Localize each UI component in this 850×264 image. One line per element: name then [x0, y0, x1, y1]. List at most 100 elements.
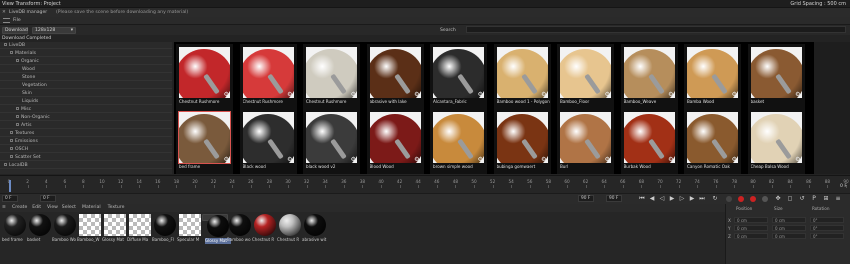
material-tile[interactable]: ⚙ Cheap Balsa Wood [747, 109, 805, 174]
move-key-icon[interactable]: ✥ [774, 195, 782, 202]
material-tile[interactable]: ⚙ Burl [557, 109, 614, 174]
go-end-icon[interactable]: ⏭ [698, 195, 706, 202]
loop-icon[interactable]: ↻ [711, 195, 719, 202]
material-tile[interactable]: ⚙ Blood Wood [366, 109, 424, 174]
gear-icon[interactable]: ⚙ [605, 156, 610, 163]
param-key-icon[interactable]: P [810, 195, 818, 202]
material-tile[interactable]: ⚙ Chestnut Rushmore [303, 44, 360, 109]
gear-icon[interactable]: ⚙ [668, 91, 673, 98]
material-menu-item[interactable]: Select [62, 205, 76, 210]
gear-icon[interactable]: ⚙ [795, 91, 800, 98]
menu-file[interactable]: File [13, 18, 21, 23]
material-slot[interactable]: Bamboo_Fl [152, 214, 178, 242]
material-tile[interactable]: ⚙ Bamboo_Weave [620, 44, 678, 109]
material-menu-item[interactable]: Create [12, 205, 27, 210]
material-tile[interactable]: ⚙ Bamboo_Floor [557, 44, 614, 109]
material-tile[interactable]: ⚙ bubinga gomwaert [493, 109, 551, 174]
material-tile[interactable]: ⚙ Canyon Romatic Oak [684, 109, 741, 174]
gear-icon[interactable]: ⚙ [287, 91, 292, 98]
coord-field[interactable]: 0° [810, 233, 844, 239]
play-icon[interactable]: ▶ [668, 195, 676, 202]
tree-item[interactable]: Wood [0, 66, 172, 73]
next-key-icon[interactable]: ▶ [688, 195, 696, 202]
end-frame-field[interactable]: 90 F [606, 195, 622, 202]
tree-item[interactable]: Stone [0, 74, 172, 81]
timeline[interactable]: 0246810121416182022242628303234363840424… [0, 175, 850, 193]
material-tile[interactable]: ⚙ brown simple wood [430, 109, 487, 174]
gear-icon[interactable]: ⚙ [732, 156, 737, 163]
coord-field[interactable]: 0 cm [772, 233, 806, 239]
tree-item[interactable]: LiveDB [0, 42, 172, 49]
coord-field[interactable]: 0° [810, 217, 844, 223]
tree-item[interactable]: Organic [0, 58, 172, 65]
tree-item[interactable]: LocalDB [0, 162, 172, 169]
tree-item[interactable]: Misc [0, 106, 172, 113]
material-slot[interactable]: Bamboo_W [77, 214, 103, 242]
material-slot[interactable]: Chestnut R [277, 214, 303, 242]
keyframe-icon[interactable] [726, 196, 732, 202]
scale-key-icon[interactable]: ◻ [786, 195, 794, 202]
material-slot[interactable]: Specular M [177, 214, 203, 242]
tree-item[interactable]: Liquids [0, 98, 172, 105]
go-start-icon[interactable]: ⏮ [638, 195, 646, 202]
material-tile[interactable]: ⚙ abrasive with lake [366, 44, 424, 109]
step-back-icon[interactable]: ◁ [658, 195, 666, 202]
tree-item[interactable]: Textures [0, 130, 172, 137]
prev-key-icon[interactable]: ◀ [648, 195, 656, 202]
tree-item[interactable]: Materials [0, 50, 172, 57]
tree-item[interactable]: Artis [0, 122, 172, 129]
coord-field[interactable]: 0° [810, 225, 844, 231]
tree-item[interactable]: Non-Organic [0, 114, 172, 121]
coord-field[interactable]: 0 cm [734, 233, 768, 239]
close-icon[interactable]: ✕ [2, 10, 6, 15]
start-frame-field[interactable]: 0 F [2, 195, 18, 202]
gear-icon[interactable]: ⚙ [668, 156, 673, 163]
material-slot[interactable]: Chestnut R [252, 214, 278, 242]
coord-field[interactable]: 0 cm [772, 217, 806, 223]
gear-icon[interactable]: ⚙ [478, 91, 483, 98]
material-menu-item[interactable]: Texture [108, 205, 125, 210]
preview-start-field[interactable]: 0 F [40, 195, 56, 202]
hamburger-icon[interactable]: ≡ [2, 205, 6, 210]
material-tile[interactable]: ⚙ Chestnut Rushmore [239, 44, 297, 109]
material-tile[interactable]: ⚙ black wood v2 [303, 109, 360, 174]
gear-icon[interactable]: ⚙ [605, 91, 610, 98]
material-slot[interactable]: Bamboo wo [227, 214, 253, 242]
material-slot[interactable]: abrasive wit [302, 214, 328, 242]
gear-icon[interactable]: ⚙ [351, 156, 356, 163]
material-tile[interactable]: ⚙ Bamba Wood [684, 44, 741, 109]
material-menu-item[interactable]: Edit [32, 205, 41, 210]
material-slot[interactable]: Glossy Mat [202, 214, 231, 244]
material-menu-item[interactable]: View [47, 205, 58, 210]
material-tile[interactable]: ⚙ Alcantara_Fabric [430, 44, 487, 109]
search-input[interactable] [466, 26, 846, 33]
material-slot[interactable]: Bamboo Wo [52, 214, 78, 242]
material-tile[interactable]: ⚙ Burbak Wood [620, 109, 678, 174]
gear-icon[interactable]: ⚙ [541, 156, 546, 163]
tree-item[interactable]: Emissions [0, 138, 172, 145]
menu-icon[interactable]: ≡ [834, 195, 842, 202]
tree-item[interactable]: Vegetation [0, 82, 172, 89]
gear-icon[interactable]: ⚙ [224, 91, 229, 98]
gear-icon[interactable]: ⚙ [287, 156, 292, 163]
grid-scroll-area[interactable] [814, 42, 850, 174]
step-forward-icon[interactable]: ▷ [678, 195, 686, 202]
record-icon[interactable] [738, 196, 744, 202]
autokey-icon[interactable] [750, 196, 756, 202]
rotate-key-icon[interactable]: ↺ [798, 195, 806, 202]
gear-icon[interactable]: ⚙ [414, 156, 419, 163]
gear-icon[interactable]: ⚙ [795, 156, 800, 163]
material-slot[interactable]: basket [27, 214, 53, 242]
tree-item[interactable]: Skin [0, 90, 172, 97]
gear-icon[interactable]: ⚙ [224, 156, 229, 163]
hamburger-icon[interactable] [3, 18, 10, 23]
gear-icon[interactable]: ⚙ [541, 91, 546, 98]
playhead[interactable] [9, 180, 11, 192]
gear-icon[interactable]: ⚙ [414, 91, 419, 98]
tree-item[interactable]: OSCH [0, 146, 172, 153]
material-slot[interactable]: Diffuse Ma [127, 214, 153, 242]
tree-item[interactable]: Scatter Set [0, 154, 172, 161]
material-slot[interactable]: Glossy Mat [102, 214, 128, 242]
coord-field[interactable]: 0 cm [734, 217, 768, 223]
pla-key-icon[interactable]: ⊞ [822, 195, 830, 202]
